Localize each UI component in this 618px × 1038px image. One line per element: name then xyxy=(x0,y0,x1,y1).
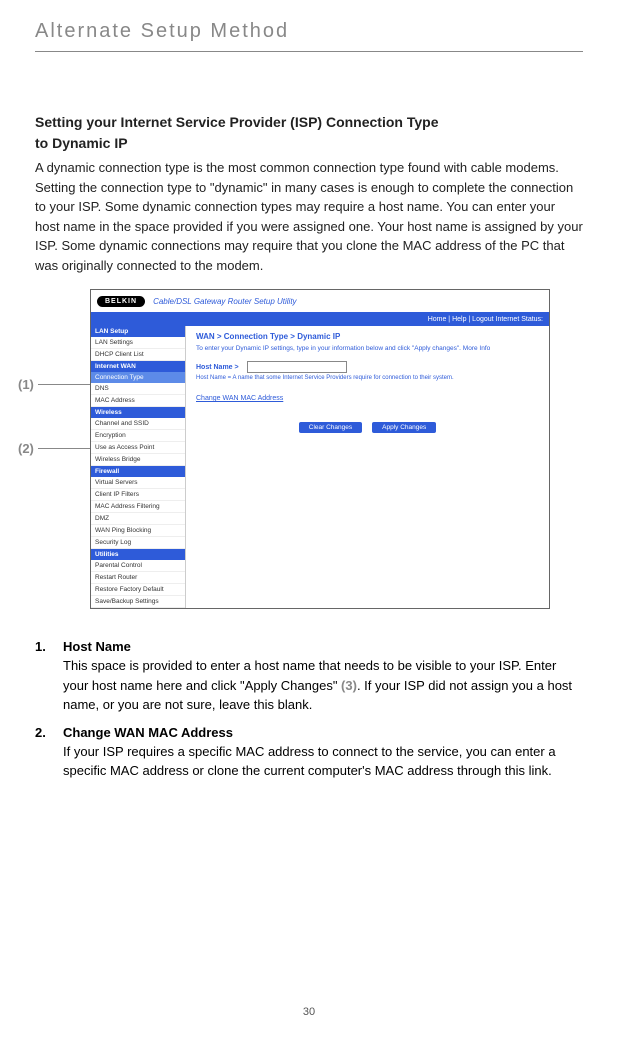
change-mac-link[interactable]: Change WAN MAC Address xyxy=(196,395,539,402)
nav-item[interactable]: DNS xyxy=(91,383,185,395)
nav-header-wireless: Wireless xyxy=(91,407,185,418)
logo-subtitle: Cable/DSL Gateway Router Setup Utility xyxy=(153,297,296,306)
nav-item[interactable]: Security Log xyxy=(91,537,185,549)
nav-item[interactable]: Virtual Servers xyxy=(91,477,185,489)
ss-main: WAN > Connection Type > Dynamic IP To en… xyxy=(186,326,549,608)
nav-item-selected[interactable]: Connection Type xyxy=(91,372,185,383)
nav-item[interactable]: Encryption xyxy=(91,430,185,442)
nav-item[interactable]: MAC Address Filtering xyxy=(91,501,185,513)
nav-item[interactable]: Restart Router xyxy=(91,572,185,584)
nav-item[interactable]: DMZ xyxy=(91,513,185,525)
breadcrumb: WAN > Connection Type > Dynamic IP xyxy=(196,332,539,341)
callout-1-label: (1) xyxy=(18,377,34,392)
item-1-heading: Host Name xyxy=(63,639,583,654)
page-title: Alternate Setup Method xyxy=(35,20,583,43)
ss-body: LAN Setup LAN Settings DHCP Client List … xyxy=(91,326,549,608)
nav-item[interactable]: Restore Previous Settings xyxy=(91,608,185,609)
nav-item[interactable]: Wireless Bridge xyxy=(91,454,185,466)
host-name-label: Host Name > xyxy=(196,364,239,371)
nav-item[interactable]: MAC Address xyxy=(91,395,185,407)
nav-header-firewall: Firewall xyxy=(91,466,185,477)
clear-changes-button[interactable]: Clear Changes xyxy=(299,422,362,433)
section-body: A dynamic connection type is the most co… xyxy=(35,158,583,275)
belkin-logo: BELKIN xyxy=(97,296,145,307)
apply-changes-button[interactable]: Apply Changes xyxy=(372,422,436,433)
nav-item[interactable]: Client IP Filters xyxy=(91,489,185,501)
heading-line-2: to Dynamic IP xyxy=(35,135,128,151)
ss-sidebar: LAN Setup LAN Settings DHCP Client List … xyxy=(91,326,186,608)
screenshot-container: (1) (2) (3) BELKIN Cable/DSL Gateway Rou… xyxy=(90,289,550,609)
ss-bluebar: Home | Help | Logout Internet Status: xyxy=(91,312,549,326)
button-row: Clear Changes Apply Changes xyxy=(196,422,539,433)
item-1-number: 1. xyxy=(35,639,63,715)
nav-item[interactable]: WAN Ping Blocking xyxy=(91,525,185,537)
heading-line-1: Setting your Internet Service Provider (… xyxy=(35,114,438,130)
nav-header-wan: Internet WAN xyxy=(91,361,185,372)
item-2-body: If your ISP requires a specific MAC addr… xyxy=(63,742,583,781)
ss-topbar: BELKIN Cable/DSL Gateway Router Setup Ut… xyxy=(91,290,549,312)
page-number: 30 xyxy=(303,1006,315,1018)
host-name-hint: Host Name = A name that some Internet Se… xyxy=(196,375,539,381)
item-2-heading: Change WAN MAC Address xyxy=(63,725,583,740)
section-heading: Setting your Internet Service Provider (… xyxy=(35,112,583,154)
host-name-input[interactable] xyxy=(247,361,347,373)
ss-description: To enter your Dynamic IP settings, type … xyxy=(196,345,539,353)
nav-item[interactable]: LAN Settings xyxy=(91,337,185,349)
router-ui-screenshot: BELKIN Cable/DSL Gateway Router Setup Ut… xyxy=(90,289,550,609)
nav-item[interactable]: Parental Control xyxy=(91,560,185,572)
nav-header-lan: LAN Setup xyxy=(91,326,185,337)
nav-header-utilities: Utilities xyxy=(91,549,185,560)
host-name-row: Host Name > xyxy=(196,361,539,373)
title-rule xyxy=(35,51,583,52)
nav-item[interactable]: Use as Access Point xyxy=(91,442,185,454)
list-item-1: 1. Host Name This space is provided to e… xyxy=(35,639,583,715)
callout-2-label: (2) xyxy=(18,441,34,456)
item-2-number: 2. xyxy=(35,725,63,781)
nav-item[interactable]: Save/Backup Settings xyxy=(91,596,185,608)
item-1-body: This space is provided to enter a host n… xyxy=(63,656,583,715)
numbered-list: 1. Host Name This space is provided to e… xyxy=(35,639,583,781)
list-item-2: 2. Change WAN MAC Address If your ISP re… xyxy=(35,725,583,781)
nav-item[interactable]: Channel and SSID xyxy=(91,418,185,430)
topnav-links[interactable]: Home | Help | Logout Internet Status: xyxy=(428,316,543,323)
nav-item[interactable]: Restore Factory Default xyxy=(91,584,185,596)
nav-item[interactable]: DHCP Client List xyxy=(91,349,185,361)
item-1-ref: (3) xyxy=(341,678,357,693)
